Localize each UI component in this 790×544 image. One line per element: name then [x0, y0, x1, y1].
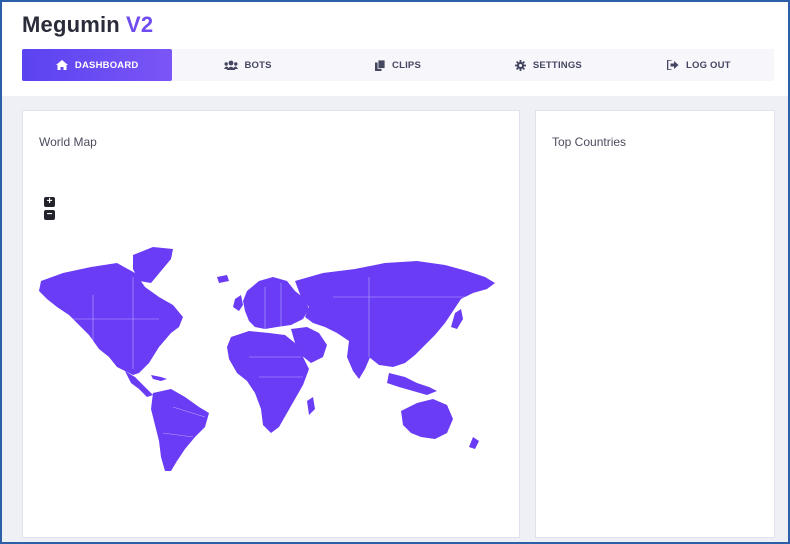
- users-icon: [223, 60, 238, 70]
- nav-bots[interactable]: BOTS: [172, 49, 322, 81]
- app-version: V2: [125, 12, 154, 37]
- sign-out-icon: [666, 60, 679, 70]
- map-region-madagascar[interactable]: [307, 397, 315, 415]
- map-region-africa[interactable]: [227, 331, 309, 433]
- nav-logout[interactable]: LOG OUT: [624, 49, 774, 81]
- map-region-asia[interactable]: [295, 261, 495, 367]
- map-region-uk[interactable]: [233, 295, 243, 311]
- map-region-greenland[interactable]: [133, 247, 173, 283]
- nav-dashboard-label: DASHBOARD: [74, 59, 139, 71]
- dashboard-content: World Map + − Top Countries: [2, 96, 788, 542]
- nav-bots-label: BOTS: [244, 59, 272, 71]
- nav-dashboard[interactable]: DASHBOARD: [22, 49, 173, 81]
- nav-clips-label: CLIPS: [392, 59, 421, 71]
- map-region-japan[interactable]: [451, 309, 463, 329]
- map-region-central-america[interactable]: [125, 371, 153, 397]
- map-region-southeast-asia[interactable]: [387, 373, 437, 395]
- zoom-out-button[interactable]: −: [44, 210, 55, 220]
- nav-settings-label: SETTINGS: [532, 59, 582, 71]
- top-countries-title: Top Countries: [552, 135, 627, 149]
- nav-settings[interactable]: SETTINGS: [473, 49, 623, 81]
- world-map-card: World Map + −: [22, 110, 520, 538]
- header: Megumin V2 DASHBOARD BOTS CLIPS SETTINGS…: [2, 2, 788, 96]
- nav-logout-label: LOG OUT: [685, 59, 731, 71]
- app-logo[interactable]: Megumin V2: [22, 12, 153, 38]
- map-region-iceland[interactable]: [217, 275, 229, 283]
- nav-clips[interactable]: CLIPS: [323, 49, 473, 81]
- map-region-new-zealand[interactable]: [469, 437, 479, 449]
- map-region-caribbean[interactable]: [151, 375, 167, 381]
- zoom-in-button[interactable]: +: [44, 197, 55, 207]
- gear-icon: [514, 59, 526, 71]
- map-region-australia[interactable]: [401, 399, 453, 439]
- home-icon: [55, 60, 68, 70]
- world-map[interactable]: [33, 237, 503, 473]
- map-region-south-america[interactable]: [151, 389, 209, 471]
- app-name: Megumin: [22, 12, 120, 37]
- top-countries-card: Top Countries: [535, 110, 775, 538]
- main-nav: DASHBOARD BOTS CLIPS SETTINGS LOG OUT: [22, 49, 774, 81]
- copy-icon: [375, 59, 386, 71]
- world-map-title: World Map: [39, 135, 97, 149]
